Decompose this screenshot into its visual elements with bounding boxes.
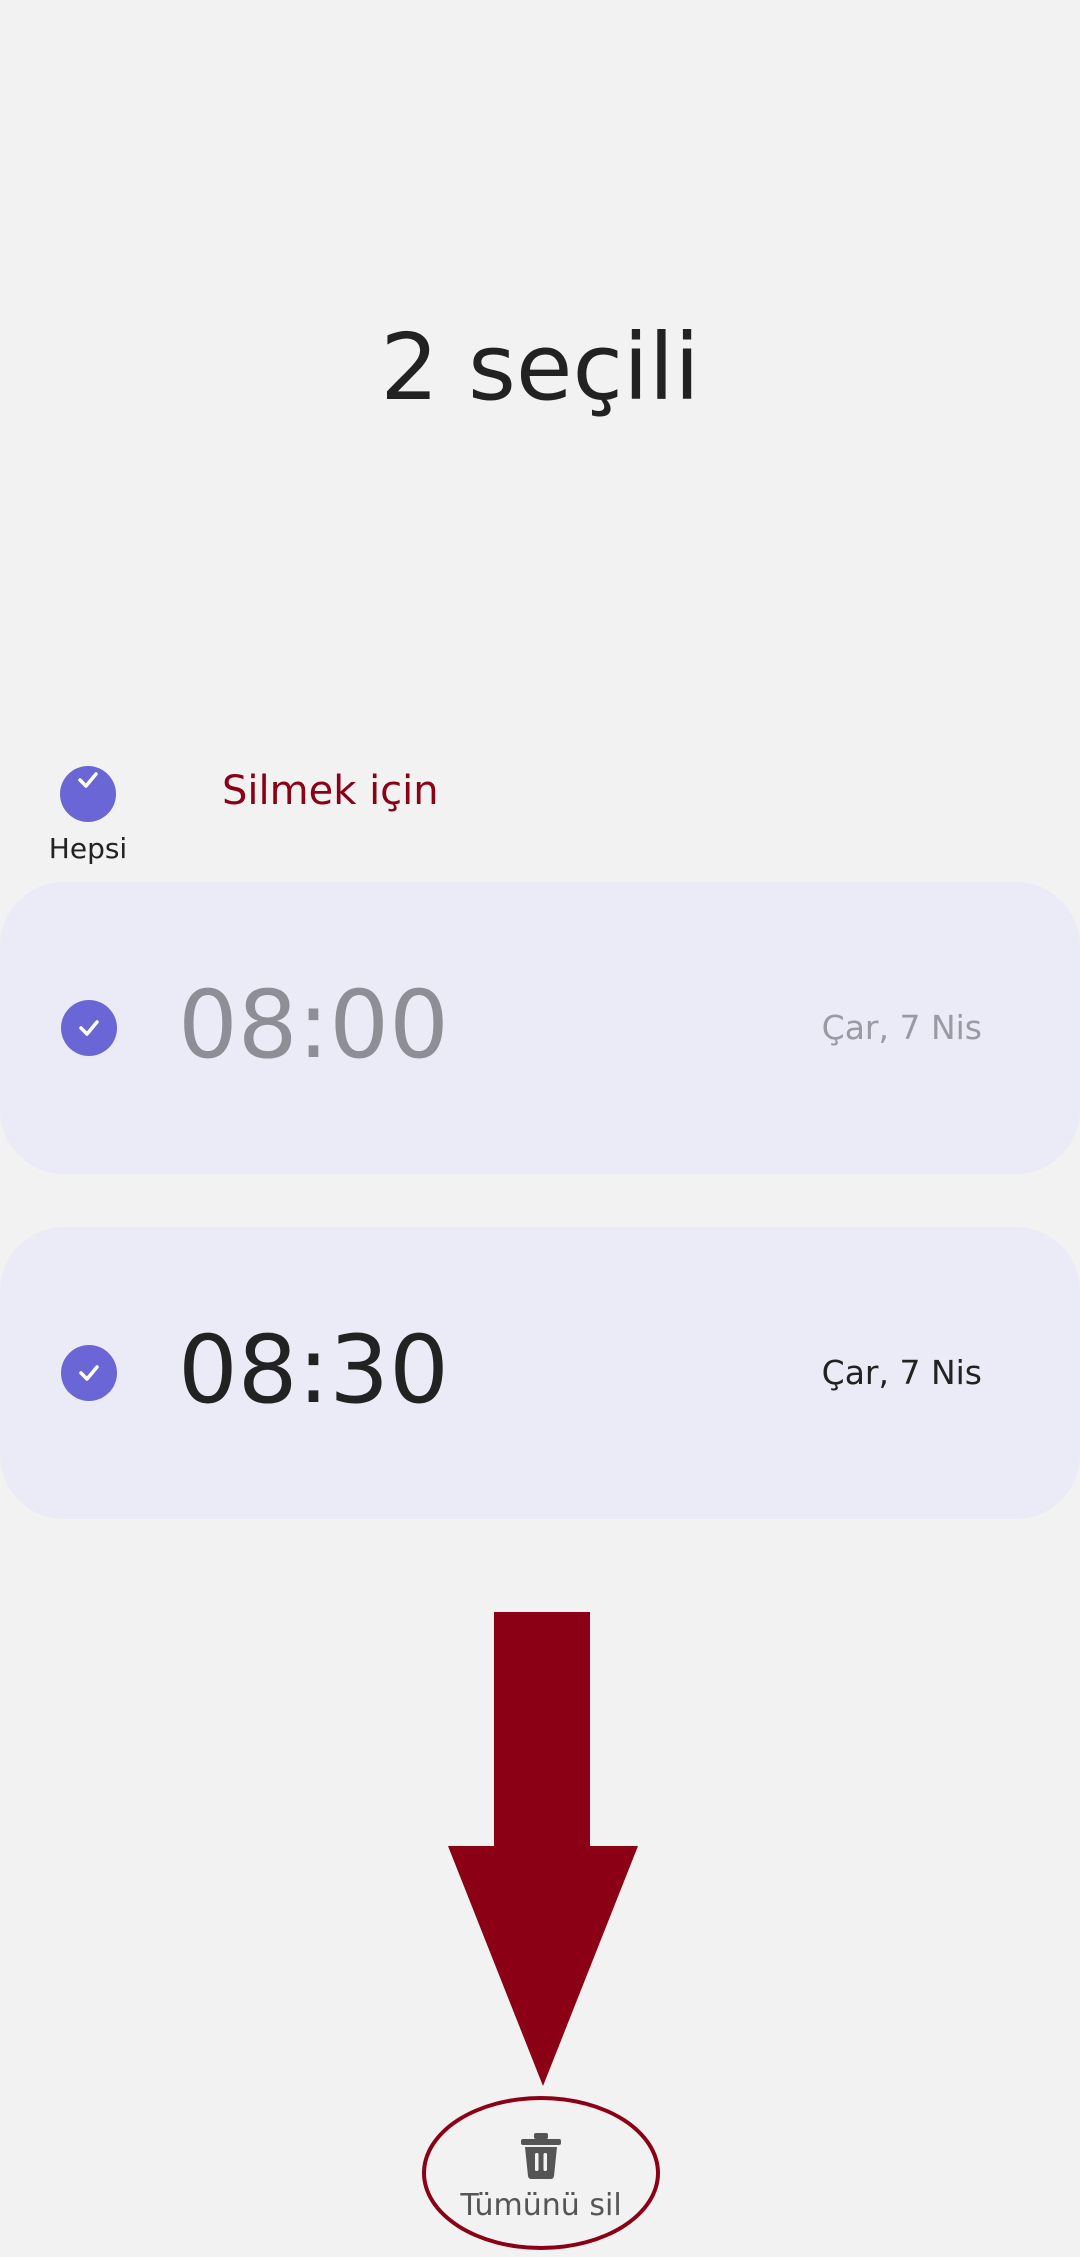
delete-all-label: Tümünü sil xyxy=(460,2188,622,2223)
check-icon[interactable] xyxy=(61,1345,117,1401)
check-icon[interactable] xyxy=(61,1000,117,1056)
page-title: 2 seçili xyxy=(380,314,700,421)
alarm-item[interactable]: 08:00 Çar, 7 Nis xyxy=(0,882,1080,1174)
alarm-item[interactable]: 08:30 Çar, 7 Nis xyxy=(0,1227,1080,1519)
select-all-checkbox[interactable]: Hepsi xyxy=(40,752,136,865)
alarm-time: 08:30 xyxy=(178,1316,449,1425)
alarm-time: 08:00 xyxy=(178,971,449,1080)
alarm-date: Çar, 7 Nis xyxy=(821,1353,982,1392)
alarm-date: Çar, 7 Nis xyxy=(821,1008,982,1047)
arrow-down-icon xyxy=(448,1612,638,2086)
trash-icon xyxy=(521,2133,561,2179)
annotation-text: Silmek için xyxy=(222,768,439,814)
delete-all-button[interactable]: Tümünü sil xyxy=(422,2096,660,2250)
select-all-label: Hepsi xyxy=(48,832,128,865)
check-icon xyxy=(60,766,116,822)
